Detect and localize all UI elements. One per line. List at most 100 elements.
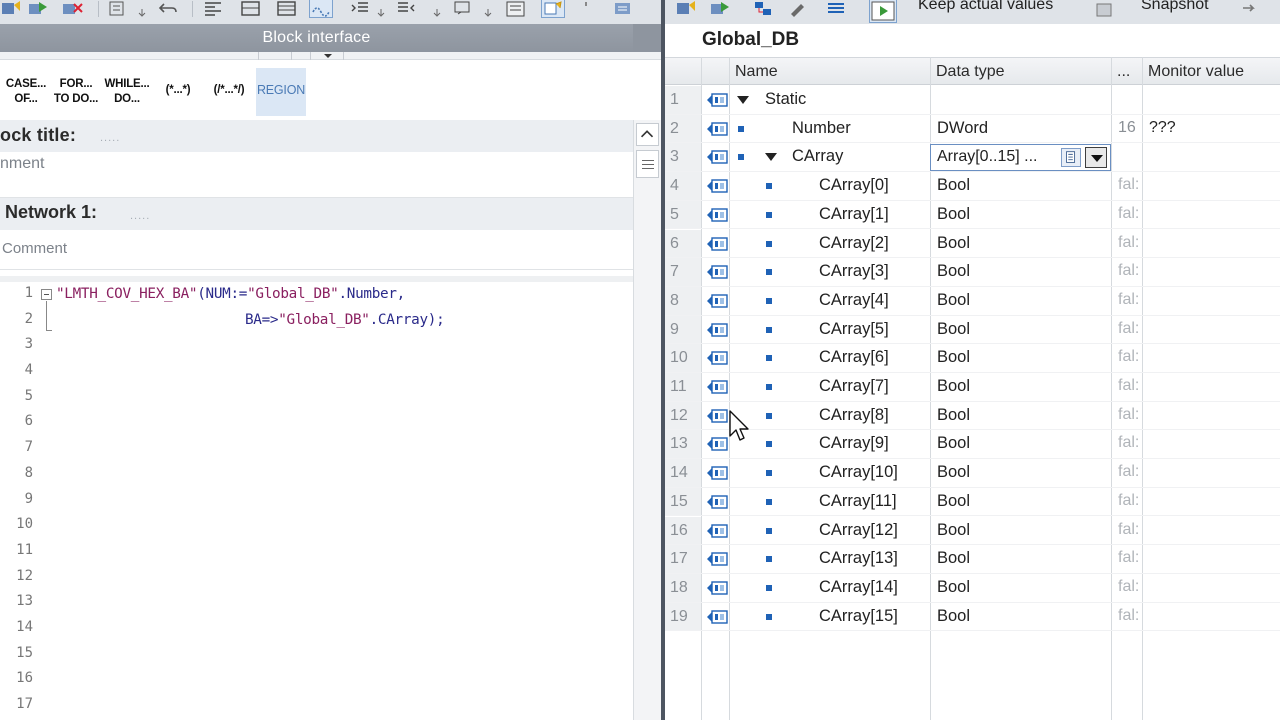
row-data-type[interactable]: DWord bbox=[937, 119, 988, 138]
table-row[interactable]: 12 CArray[8] Bool fal: bbox=[665, 401, 1280, 431]
outdent-arrow-icon[interactable] bbox=[433, 5, 441, 17]
code-line[interactable]: 4 bbox=[0, 359, 633, 385]
code-line[interactable]: 13 bbox=[0, 590, 633, 616]
for-to-do-button[interactable]: FOR... TO DO... bbox=[52, 68, 100, 116]
row-data-type[interactable]: Bool bbox=[937, 320, 970, 339]
row-name[interactable]: CArray[5] bbox=[819, 320, 889, 339]
scroll-thumb[interactable] bbox=[636, 150, 659, 178]
collapse-arrow-icon[interactable] bbox=[737, 96, 749, 104]
row-data-type[interactable]: Bool bbox=[937, 549, 970, 568]
table-row[interactable]: 18 CArray[14] Bool fal: bbox=[665, 573, 1280, 603]
table-row[interactable]: 14 CArray[10] Bool fal: bbox=[665, 459, 1280, 488]
align-left-icon[interactable] bbox=[202, 0, 224, 17]
insert-block-icon[interactable] bbox=[0, 0, 22, 17]
row-name[interactable]: CArray[0] bbox=[819, 176, 889, 195]
code-line[interactable]: 12 bbox=[0, 565, 633, 591]
comment-arrow-icon[interactable] bbox=[484, 5, 492, 17]
column-header-data-type[interactable]: Data type bbox=[936, 63, 1004, 81]
scroll-up-button[interactable] bbox=[636, 123, 659, 146]
row-name[interactable]: CArray[11] bbox=[819, 492, 897, 511]
table-row[interactable]: 16 CArray[12] Bool fal: bbox=[665, 516, 1280, 546]
list-icon[interactable] bbox=[1061, 148, 1081, 168]
table-row[interactable]: 10 CArray[6] Bool fal: bbox=[665, 344, 1280, 373]
code-line[interactable]: 10 bbox=[0, 513, 633, 539]
insert-row-icon[interactable] bbox=[675, 0, 697, 17]
table-row[interactable]: 11 CArray[7] Bool fal: bbox=[665, 373, 1280, 402]
while-do-button[interactable]: WHILE... DO... bbox=[103, 68, 151, 116]
code-line[interactable]: 1 "LMTH_COV_HEX_BA"(NUM:="Global_DB".Numb… bbox=[0, 282, 633, 331]
row-name[interactable]: CArray bbox=[792, 147, 843, 166]
insert-row-arrow-icon[interactable] bbox=[138, 5, 146, 17]
table-row[interactable]: 7 CArray[3] Bool fal: bbox=[665, 258, 1280, 287]
undo-icon[interactable] bbox=[158, 0, 180, 17]
table-row[interactable]: 17 CArray[13] Bool fal: bbox=[665, 545, 1280, 574]
indent-icon[interactable] bbox=[350, 0, 372, 17]
code-line[interactable]: 17 bbox=[0, 693, 633, 719]
absolute-operands-icon[interactable] bbox=[541, 0, 565, 18]
code-line[interactable]: 7 bbox=[0, 436, 633, 462]
add-row-icon[interactable] bbox=[710, 0, 732, 17]
row-data-type[interactable]: Bool bbox=[937, 291, 970, 310]
copy-snapshot-icon[interactable] bbox=[1239, 0, 1261, 17]
table-row[interactable]: 15 CArray[11] Bool fal: bbox=[665, 487, 1280, 517]
expand-all-icon[interactable] bbox=[753, 0, 775, 17]
keep-actual-values-button[interactable]: Keep actual values bbox=[918, 0, 1053, 14]
row-name[interactable]: CArray[1] bbox=[819, 205, 889, 224]
row-name[interactable]: CArray[9] bbox=[819, 434, 889, 453]
row-data-type[interactable]: Bool bbox=[937, 176, 970, 195]
line-numbers-icon[interactable] bbox=[505, 0, 527, 17]
table-row[interactable]: 1 Static bbox=[665, 86, 1280, 115]
row-name[interactable]: CArray[4] bbox=[819, 291, 889, 310]
scl-code-lines[interactable]: 1 "LMTH_COV_HEX_BA"(NUM:="Global_DB".Numb… bbox=[0, 282, 633, 719]
row-data-type[interactable]: Bool bbox=[937, 434, 970, 453]
collapse-arrow-icon[interactable] bbox=[765, 153, 777, 162]
network-header[interactable]: Network 1: ..... bbox=[0, 198, 633, 230]
column-header-ellipsis[interactable]: ... bbox=[1117, 63, 1130, 81]
outdent-icon[interactable] bbox=[396, 0, 418, 17]
row-name[interactable]: Number bbox=[792, 119, 851, 138]
row-data-type[interactable]: Bool bbox=[937, 205, 970, 224]
row-name[interactable]: CArray[3] bbox=[819, 262, 889, 281]
row-data-type[interactable]: Bool bbox=[937, 262, 970, 281]
code-line[interactable]: 9 bbox=[0, 488, 633, 514]
block-title-band[interactable]: ock title: ..... bbox=[0, 120, 633, 152]
code-line[interactable]: 11 bbox=[0, 539, 633, 565]
row-data-type[interactable]: Bool bbox=[937, 348, 970, 367]
block-comment-button[interactable]: (*...*) bbox=[154, 68, 202, 116]
row-data-type[interactable]: Bool bbox=[937, 492, 970, 511]
toolbar-more-icon[interactable] bbox=[578, 0, 600, 17]
code-line[interactable]: 3 bbox=[0, 333, 633, 359]
code-line[interactable]: 15 bbox=[0, 642, 633, 668]
table-row[interactable]: 9 CArray[5] Bool fal: bbox=[665, 315, 1280, 345]
insert-row-icon[interactable] bbox=[108, 0, 130, 17]
split-view-icon[interactable] bbox=[240, 0, 262, 17]
monitoring-icon[interactable] bbox=[309, 0, 333, 18]
row-name[interactable]: CArray[13] bbox=[819, 549, 898, 568]
indent-arrow-icon[interactable] bbox=[377, 5, 385, 17]
region-button[interactable]: REGION bbox=[256, 68, 306, 116]
line-comment-button[interactable]: (/*...*/) bbox=[205, 68, 253, 116]
row-name[interactable]: CArray[7] bbox=[819, 377, 889, 396]
row-name[interactable]: CArray[14] bbox=[819, 578, 898, 597]
table-row[interactable]: 5 CArray[1] Bool fal: bbox=[665, 200, 1280, 230]
row-name[interactable]: CArray[8] bbox=[819, 406, 889, 425]
monitor-all-icon[interactable] bbox=[869, 0, 897, 23]
row-name[interactable]: CArray[10] bbox=[819, 463, 898, 482]
code-line[interactable]: 8 bbox=[0, 462, 633, 488]
list-view-icon[interactable] bbox=[825, 0, 847, 17]
case-of-button[interactable]: CASE... OF... bbox=[2, 68, 50, 116]
comment-icon[interactable] bbox=[452, 0, 474, 17]
snapshot-button[interactable]: Snapshot bbox=[1141, 0, 1209, 14]
table-row[interactable]: 19 CArray[15] Bool fal: bbox=[665, 602, 1280, 632]
network-comment-field[interactable]: Comment bbox=[0, 230, 633, 270]
snapshot-icon[interactable] bbox=[1093, 0, 1115, 17]
delete-network-icon[interactable] bbox=[62, 0, 84, 17]
row-data-type[interactable]: Bool bbox=[937, 463, 970, 482]
code-line[interactable]: 2 BA=>"Global_DB".CArray); bbox=[0, 308, 633, 334]
code-line[interactable]: 5 bbox=[0, 385, 633, 411]
row-data-type[interactable]: Bool bbox=[937, 578, 970, 597]
table-row[interactable]: 6 CArray[2] Bool fal: bbox=[665, 229, 1280, 259]
row-name[interactable]: CArray[6] bbox=[819, 348, 889, 367]
row-data-type[interactable]: Bool bbox=[937, 406, 970, 425]
fold-toggle-icon[interactable] bbox=[41, 289, 52, 300]
